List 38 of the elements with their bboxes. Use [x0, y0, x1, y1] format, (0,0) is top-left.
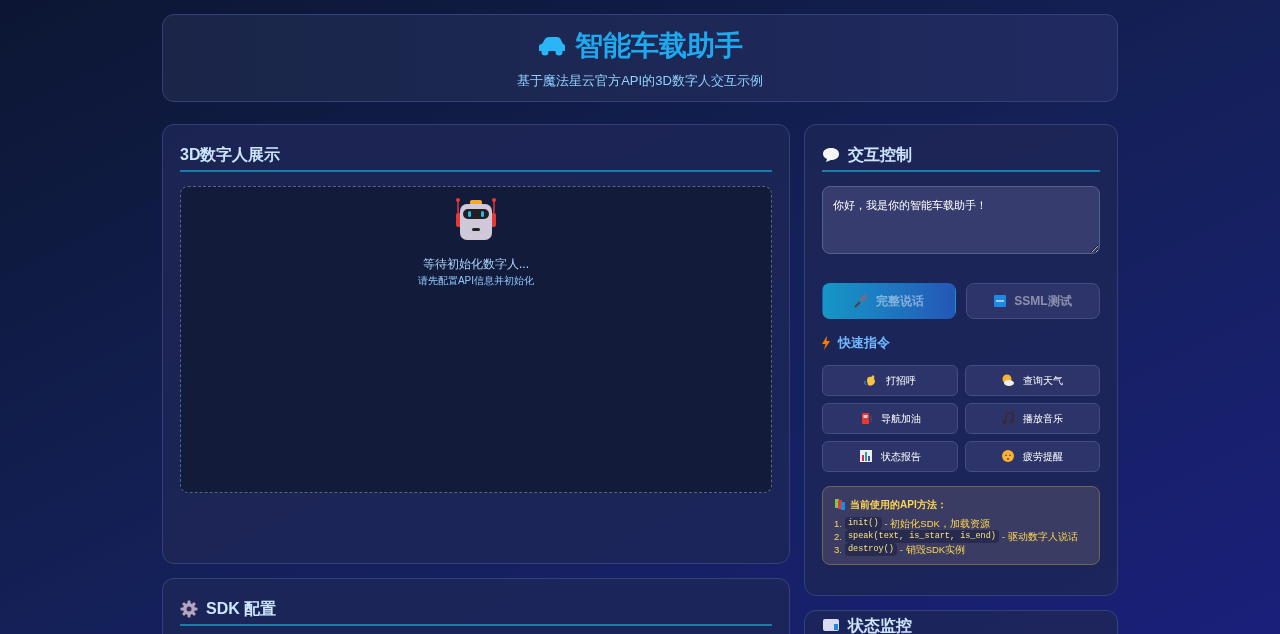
car-icon [537, 36, 567, 57]
app-subtitle: 基于魔法星云官方API的3D数字人交互示例 [517, 72, 763, 91]
section-title: SDK 配置 [206, 599, 277, 619]
quick-command-button[interactable]: 状态报告 [822, 440, 958, 472]
quick-command-button[interactable]: 疲劳提醒 [964, 440, 1100, 472]
sleepy-face-icon [1001, 449, 1016, 463]
message-input[interactable]: 你好，我是你的智能车载助手！ [822, 186, 1100, 254]
monitor-icon [822, 617, 840, 634]
microphone-icon [854, 294, 868, 308]
quick-command-button[interactable]: 打招呼 [822, 364, 958, 396]
list-number: 3. [834, 542, 842, 556]
books-icon [834, 498, 846, 510]
api-description: - 销毁SDK实例 [899, 542, 966, 556]
api-description: - 初始化SDK，加载资源 [884, 516, 990, 530]
api-description: - 驱动数字人说话 [1001, 529, 1078, 543]
list-number: 1. [834, 516, 842, 530]
list-number: 2. [834, 529, 842, 543]
section-title: 3D数字人展示 [180, 145, 281, 165]
waving-hand-icon [863, 373, 878, 387]
lightning-icon [822, 335, 830, 350]
hint-text: 请先配置API信息并初始化 [417, 274, 535, 288]
quick-command-button[interactable]: 导航加油 [822, 402, 958, 434]
quick-command-button[interactable]: 查询天气 [964, 364, 1100, 396]
quick-command-button[interactable]: 播放音乐 [964, 402, 1100, 434]
status-text: 等待初始化数字人... [423, 256, 529, 273]
api-title: 当前使用的API方法： [850, 497, 947, 512]
bar-chart-icon [858, 449, 873, 463]
section-title: 状态监控 [848, 616, 912, 634]
quick-title: 快速指令 [838, 334, 890, 352]
section-title: 交互控制 [848, 145, 912, 165]
speech-bubble-icon [822, 147, 840, 163]
sun-cloud-icon [1001, 373, 1016, 387]
music-note-icon [1001, 411, 1016, 425]
code-snippet: speak(text, is_start, is_end) [844, 529, 999, 543]
robot-icon [453, 197, 499, 243]
code-snippet: init() [844, 516, 882, 530]
app-title: 智能车载助手 [575, 29, 743, 64]
gear-icon [180, 600, 198, 618]
